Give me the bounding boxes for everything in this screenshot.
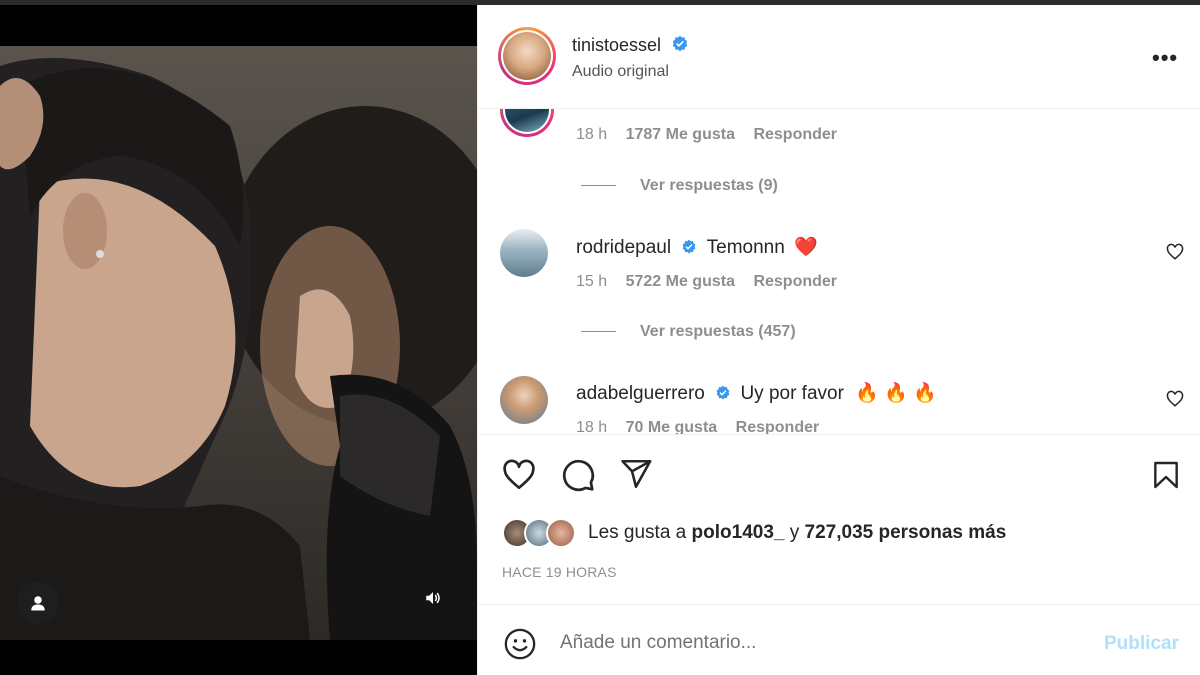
comment-time: 15 h xyxy=(576,273,608,290)
comment-input[interactable] xyxy=(560,625,1080,661)
tagged-users-button[interactable] xyxy=(17,582,59,624)
likes-summary[interactable]: Les gusta a polo1403_ y 727,035 personas… xyxy=(502,517,1006,549)
comment-text: Temonnn xyxy=(706,237,785,258)
view-replies-button[interactable]: Ver respuestas (9) xyxy=(581,177,778,195)
more-icon: ••• xyxy=(1152,45,1179,70)
author-username-row[interactable]: tinistoessel xyxy=(572,35,689,56)
liker-username[interactable]: polo1403_ xyxy=(692,522,785,543)
publish-button[interactable]: Publicar xyxy=(1104,633,1179,655)
view-replies-label: Ver respuestas (457) xyxy=(640,323,796,340)
comment-avatar[interactable] xyxy=(500,376,548,424)
comment-likes[interactable]: 5722 Me gusta xyxy=(626,273,735,290)
volume-icon xyxy=(426,592,440,604)
comment-time: 18 h xyxy=(576,419,608,434)
comment-username[interactable]: adabelguerrero xyxy=(576,383,705,404)
comment-username[interactable]: rodridepaul xyxy=(576,237,671,258)
post-header: tinistoessel Audio original ••• xyxy=(478,5,1200,109)
comment-body: rodridepaul Temonnn ❤️ xyxy=(576,235,818,259)
comment-body: adabelguerrero Uy por favor 🔥 🔥 🔥 xyxy=(576,381,937,405)
comment-time: 18 h xyxy=(576,126,608,143)
video-frame[interactable] xyxy=(0,46,477,640)
likes-count[interactable]: 727,035 personas más xyxy=(805,522,1007,543)
add-comment-bar: Publicar xyxy=(478,604,1200,675)
more-options-button[interactable]: ••• xyxy=(1152,45,1178,71)
audio-toggle-button[interactable] xyxy=(420,585,446,611)
comment-avatar[interactable] xyxy=(500,229,548,277)
author-avatar[interactable] xyxy=(498,27,556,85)
comment-text: Uy por favor xyxy=(740,383,844,404)
comment-like-heart-icon[interactable] xyxy=(1166,390,1184,408)
post-details-panel: tinistoessel Audio original ••• 18 h 178… xyxy=(477,5,1200,675)
view-replies-button[interactable]: Ver respuestas (457) xyxy=(581,323,796,341)
likes-prefix: Les gusta a xyxy=(588,522,687,543)
comment-emoji: 🔥 🔥 🔥 xyxy=(855,383,937,404)
post-actions: Les gusta a polo1403_ y 727,035 personas… xyxy=(478,434,1200,604)
post-timestamp[interactable]: HACE 19 HORAS xyxy=(502,564,617,580)
bookmark-icon[interactable] xyxy=(1150,459,1182,491)
share-icon[interactable] xyxy=(619,457,653,491)
reply-button[interactable]: Responder xyxy=(753,126,837,143)
view-replies-label: Ver respuestas (9) xyxy=(640,177,778,194)
user-icon xyxy=(31,596,45,611)
comment-like-heart-icon[interactable] xyxy=(1166,243,1184,261)
comment-meta: 18 h 70 Me gusta Responder xyxy=(576,419,819,434)
reply-button[interactable]: Responder xyxy=(753,273,837,290)
author-username[interactable]: tinistoessel xyxy=(572,35,661,55)
media-panel[interactable] xyxy=(0,5,477,675)
emoji-icon[interactable] xyxy=(503,627,537,661)
comments-list[interactable]: 18 h 1787 Me gusta Responder Ver respues… xyxy=(478,109,1200,434)
likers-avatar-stack xyxy=(502,518,582,548)
comment-meta: 15 h 5722 Me gusta Responder xyxy=(576,273,837,291)
comment-avatar[interactable] xyxy=(500,109,554,137)
verified-badge-icon xyxy=(682,239,696,254)
verified-badge-icon xyxy=(716,385,730,400)
comment-icon[interactable] xyxy=(560,457,596,493)
reply-button[interactable]: Responder xyxy=(736,419,820,434)
comment-meta: 18 h 1787 Me gusta Responder xyxy=(576,126,837,144)
likes-text: Les gusta a polo1403_ y 727,035 personas… xyxy=(588,522,1006,544)
audio-label[interactable]: Audio original xyxy=(572,63,669,81)
comment-likes[interactable]: 70 Me gusta xyxy=(626,419,718,434)
heart-icon[interactable] xyxy=(501,457,537,493)
liker-avatar xyxy=(546,518,576,548)
comment-likes[interactable]: 1787 Me gusta xyxy=(626,126,735,143)
video-still xyxy=(0,58,477,640)
comment-emoji: ❤️ xyxy=(794,237,818,258)
likes-connector: y xyxy=(789,522,800,543)
verified-badge-icon xyxy=(672,35,688,52)
